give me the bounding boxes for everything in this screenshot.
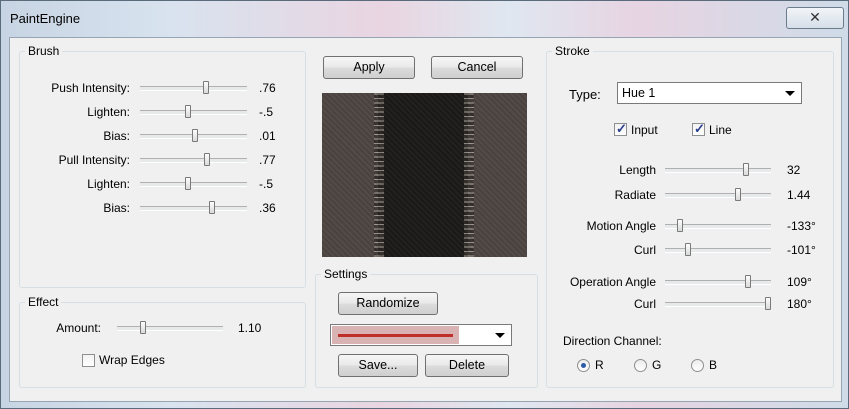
stroke-slider-value: 180° bbox=[787, 297, 812, 311]
wrap-edges-label: Wrap Edges bbox=[99, 353, 165, 367]
channel-radio-b[interactable] bbox=[691, 359, 704, 372]
brush-slider-value: -.5 bbox=[259, 105, 274, 119]
randomize-button[interactable]: Randomize bbox=[338, 292, 438, 315]
preset-dropdown[interactable] bbox=[330, 324, 512, 346]
check-icon: ✓ bbox=[694, 121, 705, 136]
brush-slider-label: Push Intensity: bbox=[51, 81, 130, 95]
dialog-client: Brush Push Intensity: .76 Lighten: -.5 Bias:… bbox=[9, 37, 842, 402]
stroke-slider-track[interactable] bbox=[665, 193, 771, 198]
brush-slider-label: Bias: bbox=[103, 201, 130, 215]
input-label: Input bbox=[631, 123, 658, 137]
brush-slider-label: Lighten: bbox=[87, 105, 130, 119]
stroke-slider-value: -101° bbox=[787, 243, 816, 257]
channel-radio-g[interactable] bbox=[634, 359, 647, 372]
amount-slider-track[interactable] bbox=[117, 326, 223, 331]
brush-slider-track[interactable] bbox=[140, 158, 247, 163]
brush-slider-value: .01 bbox=[259, 129, 276, 143]
amount-label: Amount: bbox=[56, 321, 101, 335]
amount-value: 1.10 bbox=[238, 321, 262, 335]
stroke-slider-label: Curl bbox=[633, 243, 656, 257]
amount-slider-thumb[interactable] bbox=[140, 321, 146, 334]
direction-channel-label: Direction Channel: bbox=[563, 334, 662, 348]
brush-slider-track[interactable] bbox=[140, 110, 247, 115]
channel-radio-label: B bbox=[709, 358, 718, 372]
channel-radio-label: G bbox=[652, 358, 662, 372]
brush-slider-thumb[interactable] bbox=[209, 201, 215, 214]
check-icon: ✓ bbox=[616, 121, 627, 136]
brush-slider-track[interactable] bbox=[140, 206, 247, 211]
save-button[interactable]: Save... bbox=[338, 354, 418, 377]
stroke-slider-thumb[interactable] bbox=[743, 163, 749, 176]
close-button[interactable]: ✕ bbox=[786, 7, 844, 29]
brush-slider-thumb[interactable] bbox=[192, 129, 198, 142]
stroke-slider-thumb[interactable] bbox=[677, 219, 683, 232]
input-checkbox[interactable]: ✓ bbox=[614, 121, 627, 136]
stroke-slider-value: 109° bbox=[787, 275, 812, 289]
effect-group-title: Effect bbox=[25, 295, 62, 309]
brush-slider-thumb[interactable] bbox=[185, 177, 191, 190]
apply-button[interactable]: Apply bbox=[323, 56, 415, 79]
stroke-slider-track[interactable] bbox=[665, 280, 771, 285]
stroke-group-title: Stroke bbox=[552, 44, 593, 58]
stroke-slider-label: Radiate bbox=[614, 188, 656, 202]
brush-slider-thumb[interactable] bbox=[185, 105, 191, 118]
stroke-type-dropdown[interactable]: Hue 1 bbox=[617, 82, 802, 104]
brush-slider-value: -.5 bbox=[259, 177, 274, 191]
stroke-type-label: Type: bbox=[569, 87, 601, 102]
brush-slider-label: Lighten: bbox=[87, 177, 130, 191]
brush-slider-value: .77 bbox=[259, 153, 276, 167]
stroke-slider-thumb[interactable] bbox=[765, 297, 771, 310]
window-title: PaintEngine bbox=[10, 11, 81, 26]
preview-texture bbox=[322, 93, 527, 257]
cancel-button[interactable]: Cancel bbox=[431, 56, 523, 79]
brush-slider-track[interactable] bbox=[140, 182, 247, 187]
stroke-slider-track[interactable] bbox=[665, 302, 771, 307]
chevron-down-icon bbox=[495, 333, 505, 338]
line-label: Line bbox=[709, 123, 732, 137]
radio-selected-dot bbox=[581, 363, 586, 368]
brush-slider-label: Bias: bbox=[103, 129, 130, 143]
brush-slider-label: Pull Intensity: bbox=[58, 153, 130, 167]
chevron-down-icon bbox=[785, 91, 795, 96]
paintengine-window: PaintEngine ✕ Brush Push Intensity: .76 Li… bbox=[0, 0, 849, 409]
brush-slider-value: .76 bbox=[259, 81, 276, 95]
stroke-slider-track[interactable] bbox=[665, 168, 771, 173]
title-bar[interactable]: PaintEngine ✕ bbox=[1, 1, 849, 37]
stroke-slider-value: 1.44 bbox=[787, 188, 811, 202]
wrap-edges-checkbox[interactable] bbox=[82, 354, 95, 367]
stroke-slider-track[interactable] bbox=[665, 248, 771, 253]
channel-radio-label: R bbox=[595, 358, 604, 372]
brush-slider-track[interactable] bbox=[140, 86, 247, 91]
brush-slider-value: .36 bbox=[259, 201, 276, 215]
stroke-slider-thumb[interactable] bbox=[735, 188, 741, 201]
brush-group-title: Brush bbox=[25, 44, 63, 58]
stroke-slider-thumb[interactable] bbox=[685, 243, 691, 256]
delete-button[interactable]: Delete bbox=[425, 354, 509, 377]
channel-radio-r[interactable] bbox=[577, 359, 590, 372]
brush-slider-thumb[interactable] bbox=[204, 153, 210, 166]
stroke-slider-value: 32 bbox=[787, 163, 801, 177]
stroke-type-value: Hue 1 bbox=[622, 86, 656, 100]
preview-image bbox=[322, 93, 527, 257]
stroke-slider-label: Curl bbox=[633, 297, 656, 311]
stroke-slider-value: -133° bbox=[787, 219, 816, 233]
line-checkbox[interactable]: ✓ bbox=[692, 121, 705, 136]
preset-color-line bbox=[338, 334, 453, 337]
effect-group: Effect bbox=[19, 295, 306, 388]
stroke-slider-thumb[interactable] bbox=[745, 275, 751, 288]
brush-slider-thumb[interactable] bbox=[203, 81, 209, 94]
settings-group-title: Settings bbox=[321, 267, 371, 281]
stroke-slider-label: Motion Angle bbox=[586, 219, 656, 233]
close-icon: ✕ bbox=[809, 9, 821, 25]
stroke-slider-label: Length bbox=[619, 163, 656, 177]
stroke-slider-label: Operation Angle bbox=[569, 275, 656, 289]
